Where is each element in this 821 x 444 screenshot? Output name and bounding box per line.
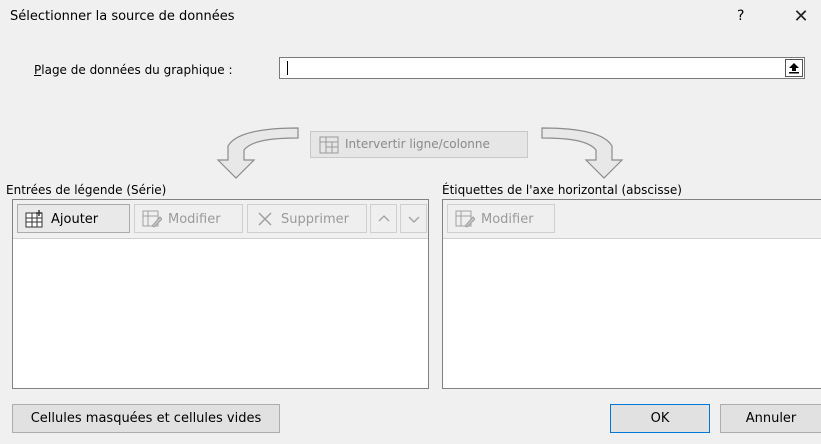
legend-entries-label: Entrées de légende (Série) — [6, 183, 167, 197]
legend-entries-panel: Ajouter Modifier Supprimer — [12, 199, 429, 389]
ok-button[interactable]: OK — [610, 404, 710, 433]
add-table-icon — [25, 210, 43, 228]
axis-labels-label: Étiquettes de l'axe horizontal (abscisse… — [442, 183, 682, 197]
remove-series-label: Supprimer — [281, 212, 349, 227]
dialog-title: Sélectionner la source de données — [10, 9, 235, 24]
chart-range-input[interactable] — [279, 57, 805, 79]
remove-series-button[interactable]: Supprimer — [247, 204, 367, 233]
chart-range-label-text: lage de données du graphique : — [41, 63, 233, 77]
hidden-empty-cells-button[interactable]: Cellules masquées et cellules vides — [12, 404, 280, 433]
switch-row-column-label: Intervertir ligne/colonne — [345, 137, 490, 151]
chart-range-label: Plage de données du graphique : — [34, 63, 233, 77]
curved-arrow-right-icon — [541, 127, 624, 179]
edit-table-icon — [455, 210, 475, 228]
collapse-arrow-icon — [789, 63, 799, 74]
edit-axis-labels-button[interactable]: Modifier — [447, 204, 555, 233]
legend-toolbar: Ajouter Modifier Supprimer — [13, 200, 428, 239]
axis-toolbar: Modifier — [443, 200, 821, 239]
help-button[interactable]: ? — [737, 8, 744, 24]
delete-x-icon — [258, 212, 272, 226]
add-series-label: Ajouter — [51, 212, 99, 227]
cancel-button[interactable]: Annuler — [720, 404, 821, 433]
text-caret — [287, 61, 288, 75]
chevron-up-icon — [378, 215, 390, 222]
edit-series-button[interactable]: Modifier — [134, 204, 243, 233]
add-series-button[interactable]: Ajouter — [17, 204, 130, 233]
collapse-dialog-button[interactable] — [785, 59, 803, 77]
curved-arrow-left-icon — [216, 127, 299, 179]
edit-series-label: Modifier — [168, 212, 221, 227]
axis-labels-panel: Modifier — [442, 199, 821, 389]
chevron-down-icon — [408, 216, 420, 223]
move-down-button[interactable] — [400, 204, 427, 233]
edit-table-icon — [142, 210, 162, 228]
move-up-button[interactable] — [370, 204, 397, 233]
switch-row-column-icon — [319, 136, 339, 154]
switch-row-column-button[interactable]: Intervertir ligne/colonne — [310, 131, 528, 158]
edit-axis-labels-label: Modifier — [481, 212, 534, 227]
select-data-source-dialog: Sélectionner la source de données ? ✕ Pl… — [0, 0, 821, 444]
close-button[interactable]: ✕ — [787, 5, 815, 29]
